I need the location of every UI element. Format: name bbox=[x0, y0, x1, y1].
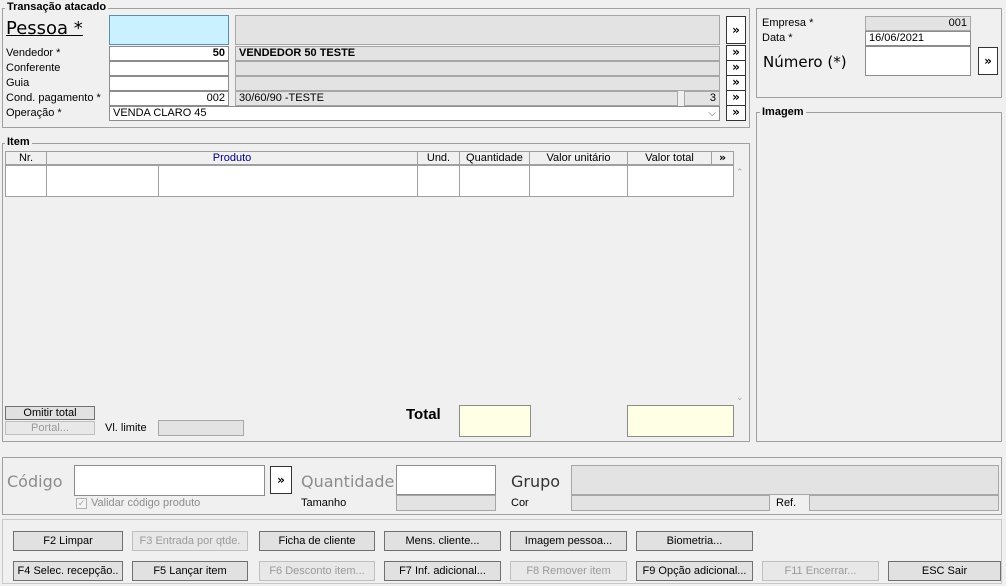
ref-label: Ref. bbox=[776, 497, 797, 509]
esc-sair-button[interactable]: ESC Sair bbox=[888, 561, 1001, 581]
scroll-down-icon[interactable]: ⌄ bbox=[736, 392, 744, 403]
omitir-total-button[interactable]: Omitir total bbox=[5, 406, 95, 420]
biometria-button[interactable]: Biometria... bbox=[636, 531, 753, 551]
cond-pagamento-parcelas-field: 3 bbox=[684, 91, 720, 106]
col-produto[interactable]: Produto bbox=[46, 151, 418, 165]
vendedor-code-input[interactable]: 50 bbox=[109, 46, 229, 61]
pessoa-search-button[interactable]: » bbox=[726, 16, 746, 44]
empresa-label: Empresa * bbox=[762, 17, 814, 29]
mens-cliente-button[interactable]: Mens. cliente... bbox=[384, 531, 501, 551]
validar-label: Validar código produto bbox=[91, 497, 201, 509]
vendedor-name-field: VENDEDOR 50 TESTE bbox=[235, 46, 720, 61]
guia-search-button[interactable]: » bbox=[726, 75, 746, 91]
codigo-search-button[interactable]: » bbox=[270, 466, 292, 494]
ficha-cliente-button[interactable]: Ficha de cliente bbox=[259, 531, 375, 551]
tamanho-field bbox=[396, 495, 496, 511]
vl-limite-label: Vl. limite bbox=[105, 422, 147, 434]
cond-pagamento-code-input[interactable]: 002 bbox=[109, 91, 229, 106]
operacao-select[interactable]: VENDA CLARO 45 ⌵ bbox=[109, 106, 720, 121]
conferente-label: Conferente bbox=[6, 62, 61, 74]
f9-opcao-adicional-button[interactable]: F9 Opção adicional... bbox=[636, 561, 753, 581]
cell-produto-code[interactable] bbox=[46, 165, 159, 197]
numero-input[interactable] bbox=[865, 46, 971, 76]
grid-scrollbar[interactable]: ⌃ ⌄ bbox=[734, 165, 747, 405]
cell-quantidade[interactable] bbox=[459, 165, 530, 197]
data-input[interactable]: 16/06/2021 bbox=[865, 31, 971, 46]
cell-valor-total[interactable] bbox=[627, 165, 734, 197]
cell-valor-unitario[interactable] bbox=[529, 165, 628, 197]
validar-checkbox[interactable]: ✓ bbox=[76, 498, 87, 509]
numero-search-button[interactable]: » bbox=[978, 47, 998, 75]
grupo-field bbox=[571, 465, 999, 495]
guia-name-field bbox=[235, 76, 720, 91]
conferente-name-field bbox=[235, 61, 720, 76]
tamanho-label: Tamanho bbox=[301, 497, 347, 509]
imagem-title: Imagem bbox=[760, 106, 806, 118]
conferente-search-button[interactable]: » bbox=[726, 60, 746, 76]
imagem-pessoa-button[interactable]: Imagem pessoa... bbox=[510, 531, 627, 551]
transacao-title: Transação atacado bbox=[5, 1, 109, 13]
pessoa-code-input[interactable] bbox=[109, 15, 229, 45]
cell-nr[interactable] bbox=[5, 165, 47, 197]
codigo-input[interactable] bbox=[74, 465, 265, 496]
chevron-down-icon: ⌵ bbox=[708, 108, 716, 119]
cor-field bbox=[571, 495, 770, 511]
scroll-up-icon[interactable]: ⌃ bbox=[736, 167, 744, 178]
vl-limite-field bbox=[158, 420, 244, 436]
columns-more-button[interactable]: » bbox=[711, 151, 734, 165]
cond-pagamento-label: Cond. pagamento * bbox=[6, 92, 101, 104]
portal-button[interactable]: Portal... bbox=[5, 421, 95, 435]
data-label: Data * bbox=[762, 32, 793, 44]
cell-produto-desc[interactable] bbox=[158, 165, 418, 197]
guia-code-input[interactable] bbox=[109, 76, 229, 91]
vendedor-search-button[interactable]: » bbox=[726, 45, 746, 61]
cor-label: Cor bbox=[511, 497, 529, 509]
pessoa-label: Pessoa * bbox=[6, 18, 83, 39]
vendedor-label: Vendedor * bbox=[6, 47, 61, 59]
cell-und[interactable] bbox=[417, 165, 460, 197]
ref-field bbox=[809, 495, 999, 511]
cond-pagamento-desc-field: 30/60/90 -TESTE bbox=[235, 91, 678, 106]
operacao-value: VENDA CLARO 45 bbox=[113, 107, 207, 119]
quantidade-label: Quantidade bbox=[301, 472, 395, 491]
conferente-code-input[interactable] bbox=[109, 61, 229, 76]
f6-desconto-item-button[interactable]: F6 Desconto item... bbox=[259, 561, 375, 581]
f5-lancar-item-button[interactable]: F5 Lançar item bbox=[132, 561, 248, 581]
empresa-value-field: 001 bbox=[865, 16, 971, 31]
numero-label: Número (*) bbox=[763, 53, 847, 71]
total-valor-field bbox=[627, 405, 734, 437]
grupo-label: Grupo bbox=[511, 472, 561, 491]
cond-pagamento-search-button[interactable]: » bbox=[726, 90, 746, 106]
quantidade-input[interactable] bbox=[396, 465, 496, 495]
total-quantidade-field bbox=[459, 405, 531, 437]
f3-entrada-qtde-button[interactable]: F3 Entrada por qtde. bbox=[132, 531, 248, 551]
f11-encerrar-button[interactable]: F11 Encerrar... bbox=[762, 561, 879, 581]
col-nr[interactable]: Nr. bbox=[5, 151, 47, 165]
codigo-label: Código bbox=[7, 472, 63, 491]
item-grid[interactable] bbox=[5, 165, 734, 405]
operacao-search-button[interactable]: » bbox=[726, 105, 746, 121]
col-valor-unitario[interactable]: Valor unitário bbox=[529, 151, 628, 165]
pessoa-name-field bbox=[235, 15, 720, 45]
col-quantidade[interactable]: Quantidade bbox=[459, 151, 530, 165]
total-label: Total bbox=[406, 406, 441, 423]
imagem-group bbox=[756, 112, 1002, 442]
f4-selec-recepcao-button[interactable]: F4 Selec. recepção.. bbox=[13, 561, 123, 581]
col-und[interactable]: Und. bbox=[417, 151, 460, 165]
item-title: Item bbox=[5, 136, 32, 148]
f2-limpar-button[interactable]: F2 Limpar bbox=[13, 531, 123, 551]
f7-inf-adicional-button[interactable]: F7 Inf. adicional... bbox=[384, 561, 501, 581]
guia-label: Guia bbox=[6, 77, 30, 89]
operacao-label: Operação * bbox=[6, 107, 62, 119]
col-valor-total[interactable]: Valor total bbox=[627, 151, 712, 165]
f8-remover-item-button[interactable]: F8 Remover item bbox=[510, 561, 627, 581]
